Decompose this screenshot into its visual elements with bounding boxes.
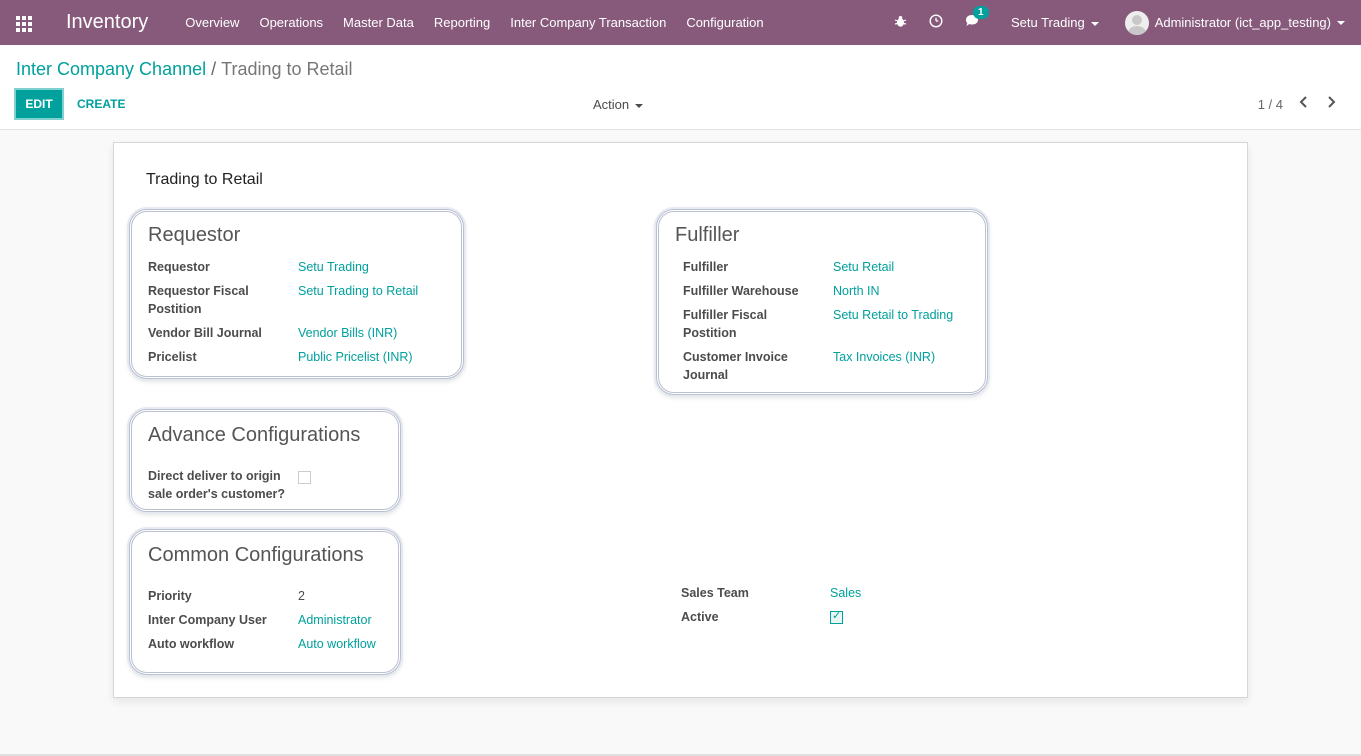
requestor-value[interactable]: Setu Trading bbox=[298, 258, 369, 276]
requestor-fiscal-position-value[interactable]: Setu Trading to Retail bbox=[298, 282, 418, 300]
top-navbar: Inventory Overview Operations Master Dat… bbox=[0, 0, 1361, 45]
field-label: Direct deliver to origin sale order's cu… bbox=[148, 469, 286, 501]
field-label: Priority bbox=[148, 589, 192, 603]
breadcrumb: Inter Company Channel / Trading to Retail bbox=[16, 59, 353, 80]
pager-value[interactable]: 1 / 4 bbox=[1258, 97, 1283, 112]
caret-down-icon bbox=[1337, 20, 1345, 25]
app-brand[interactable]: Inventory bbox=[66, 11, 148, 34]
field-label: Active bbox=[681, 610, 719, 624]
menu-reporting[interactable]: Reporting bbox=[434, 15, 490, 30]
field-label: Customer Invoice Journal bbox=[683, 350, 788, 382]
field-label: Pricelist bbox=[148, 350, 197, 364]
main-menu: Overview Operations Master Data Reportin… bbox=[185, 15, 783, 30]
create-button[interactable]: CREATE bbox=[77, 97, 125, 111]
group-title: Requestor bbox=[148, 224, 241, 246]
chevron-left-icon[interactable] bbox=[1299, 95, 1309, 113]
bug-icon[interactable] bbox=[894, 15, 907, 31]
fulfiller-warehouse-value[interactable]: North IN bbox=[833, 282, 880, 300]
avatar bbox=[1124, 10, 1149, 35]
control-panel: Inter Company Channel / Trading to Retail … bbox=[0, 45, 1361, 130]
menu-inter-company-transaction[interactable]: Inter Company Transaction bbox=[510, 15, 666, 30]
action-label: Action bbox=[593, 97, 630, 112]
apps-grid-icon[interactable] bbox=[16, 15, 34, 32]
requestor-group: Requestor Requestor Setu Trading Request… bbox=[129, 209, 464, 379]
group-title: Common Configurations bbox=[148, 544, 364, 566]
pricelist-value[interactable]: Public Pricelist (INR) bbox=[298, 348, 413, 366]
customer-invoice-journal-value[interactable]: Tax Invoices (INR) bbox=[833, 348, 935, 366]
company-name: Setu Trading bbox=[1010, 15, 1085, 30]
inter-company-user-value[interactable]: Administrator bbox=[298, 611, 372, 629]
field-label: Auto workflow bbox=[148, 637, 235, 651]
menu-configuration[interactable]: Configuration bbox=[686, 15, 763, 30]
chevron-right-icon[interactable] bbox=[1326, 95, 1336, 113]
field-label: Requestor bbox=[148, 260, 210, 274]
fulfiller-value[interactable]: Setu Retail bbox=[833, 258, 894, 276]
caret-down-icon bbox=[1090, 21, 1099, 26]
message-count-badge: 1 bbox=[972, 6, 989, 19]
menu-operations[interactable]: Operations bbox=[259, 15, 323, 30]
record-title: Trading to Retail bbox=[146, 171, 263, 188]
user-name: Administrator (ict_app_testing) bbox=[1154, 15, 1331, 30]
action-dropdown[interactable]: Action bbox=[593, 97, 644, 112]
menu-overview[interactable]: Overview bbox=[185, 15, 239, 30]
breadcrumb-parent[interactable]: Inter Company Channel bbox=[16, 59, 206, 79]
company-switcher[interactable]: Setu Trading bbox=[1011, 15, 1099, 30]
priority-value: 2 bbox=[298, 589, 305, 603]
chat-icon[interactable]: 1 bbox=[965, 6, 989, 31]
fulfiller-group: Fulfiller Fulfiller Setu Retail Fulfille… bbox=[656, 209, 988, 395]
sales-team-value[interactable]: Sales bbox=[830, 584, 861, 602]
active-checkbox[interactable] bbox=[830, 609, 843, 624]
field-label: Inter Company User bbox=[148, 613, 267, 627]
field-label: Fulfiller Fiscal Postition bbox=[683, 308, 768, 340]
field-label: Vendor Bill Journal bbox=[148, 326, 262, 340]
auto-workflow-value[interactable]: Auto workflow bbox=[298, 635, 376, 653]
form-sheet: Trading to Retail Requestor Requestor Se… bbox=[113, 142, 1248, 698]
navbar-right: 1 Setu Trading Administrator (ict_app_te… bbox=[894, 0, 1361, 45]
user-menu[interactable]: Administrator (ict_app_testing) bbox=[1124, 10, 1345, 35]
fulfiller-fiscal-position-value[interactable]: Setu Retail to Trading bbox=[833, 306, 953, 324]
common-configurations-group: Common Configurations Priority 2 Inter C… bbox=[129, 529, 401, 675]
direct-deliver-checkbox[interactable] bbox=[298, 471, 311, 484]
breadcrumb-current: Trading to Retail bbox=[221, 59, 353, 79]
field-label: Fulfiller bbox=[683, 260, 729, 274]
group-title: Advance Configurations bbox=[148, 424, 361, 446]
caret-down-icon bbox=[635, 103, 644, 108]
clock-icon[interactable] bbox=[929, 14, 943, 31]
menu-master-data[interactable]: Master Data bbox=[343, 15, 414, 30]
advance-configurations-group: Advance Configurations Direct deliver to… bbox=[129, 409, 401, 512]
vendor-bill-journal-value[interactable]: Vendor Bills (INR) bbox=[298, 324, 397, 342]
field-label: Requestor Fiscal Postition bbox=[148, 284, 249, 316]
field-label: Fulfiller Warehouse bbox=[683, 284, 799, 298]
field-label: Sales Team bbox=[681, 586, 749, 600]
breadcrumb-separator: / bbox=[211, 59, 217, 79]
edit-button[interactable]: EDIT bbox=[14, 88, 64, 120]
group-title: Fulfiller bbox=[675, 224, 740, 246]
